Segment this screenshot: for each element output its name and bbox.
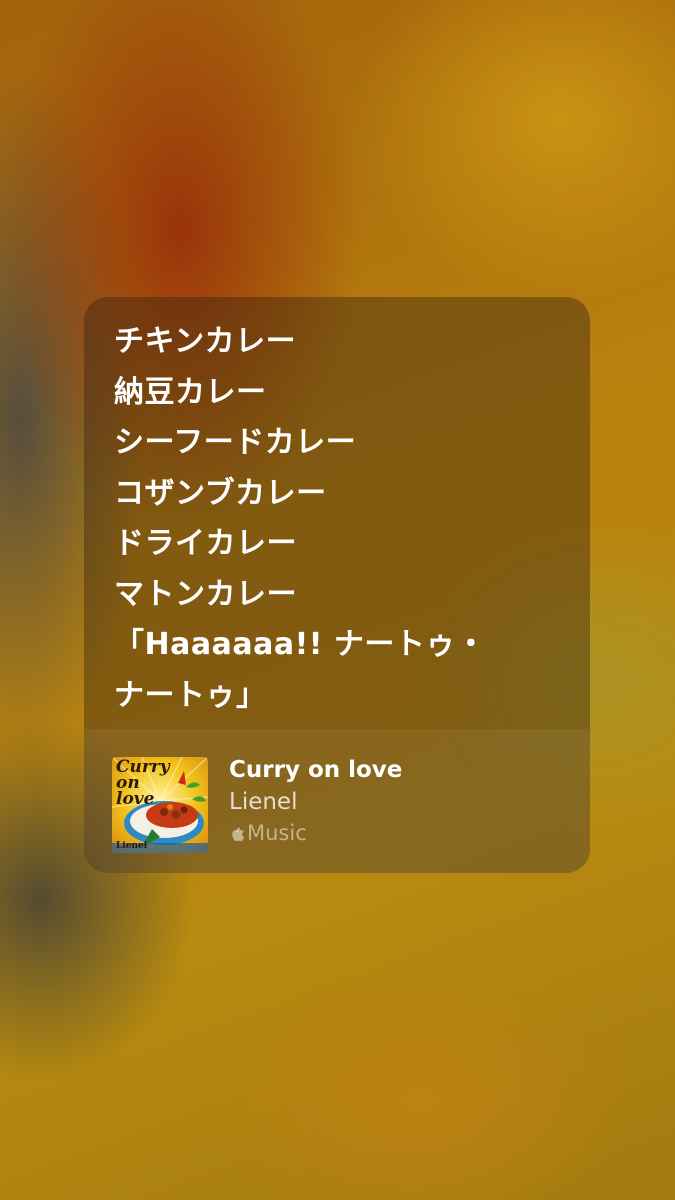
track-artist[interactable]: Lienel	[229, 787, 297, 817]
lyric-line: ナートゥ」	[114, 677, 267, 713]
lyric-line: ドライカレー	[114, 526, 297, 561]
lyrics-share-card: チキンカレー 納豆カレー シーフードカレー コザンブカレー ドライカレー マトン…	[84, 297, 590, 873]
album-artwork-title: Curry on love	[116, 757, 170, 809]
lyric-line: 納豆カレー	[114, 374, 267, 410]
track-info-footer[interactable]: Curry on love Lienel Curry on love Liene…	[84, 729, 590, 873]
lyric-line: シーフードカレー	[114, 425, 357, 460]
album-artwork[interactable]: Curry on love Lienel	[112, 757, 208, 853]
lyrics-block: チキンカレー 納豆カレー シーフードカレー コザンブカレー ドライカレー マトン…	[84, 297, 590, 729]
lyric-line: コザンブカレー	[114, 475, 327, 511]
album-artwork-artist: Lienel	[116, 841, 148, 851]
lyric-line: チキンカレー	[114, 324, 297, 359]
service-label: Music	[247, 821, 307, 845]
apple-music-badge[interactable]: Music	[229, 818, 307, 848]
lyric-line: 「Haaaaaa!! ナートゥ・	[114, 627, 487, 662]
apple-logo-icon	[232, 827, 245, 841]
track-title[interactable]: Curry on love	[229, 755, 402, 785]
lyric-line: マトンカレー	[114, 576, 297, 612]
